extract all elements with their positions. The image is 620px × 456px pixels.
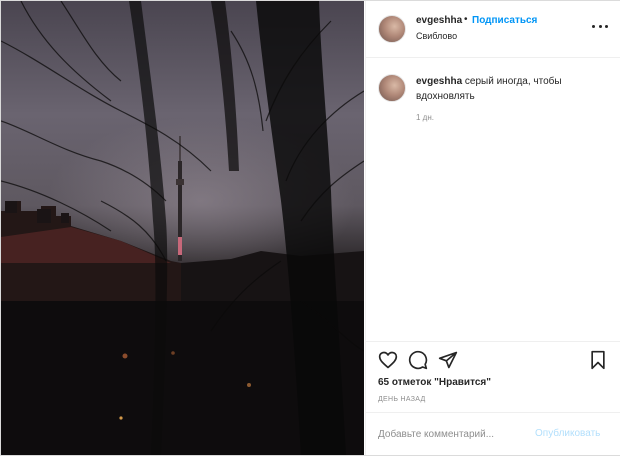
caption-username[interactable]: evgeshha xyxy=(416,76,462,87)
post-caption: evgeshha серый иногда, чтобы вдохновлять xyxy=(416,74,606,104)
actions-bar: 65 отметок "Нравится" ДЕНЬ НАЗАД xyxy=(366,341,620,412)
avatar[interactable] xyxy=(378,74,406,102)
likes-count[interactable]: 65 отметок "Нравится" xyxy=(378,377,491,388)
username-link[interactable]: evgeshha xyxy=(416,15,462,26)
more-options-icon[interactable] xyxy=(592,21,608,31)
separator-dot: • xyxy=(464,14,468,25)
photo-scene xyxy=(1,1,364,455)
publish-button[interactable]: Опубликовать xyxy=(535,428,600,439)
instagram-post-dialog: evgeshha • Подписаться Свиблово evgeshha… xyxy=(0,0,620,456)
heart-icon[interactable] xyxy=(378,350,398,370)
location-link[interactable]: Свиблово xyxy=(416,31,457,41)
post-photo[interactable] xyxy=(1,1,364,455)
share-icon[interactable] xyxy=(438,350,458,370)
post-header: evgeshha • Подписаться Свиблово xyxy=(366,1,620,58)
avatar[interactable] xyxy=(378,15,406,43)
add-comment-bar: Опубликовать xyxy=(366,412,620,456)
comment-icon[interactable] xyxy=(408,350,428,370)
post-date[interactable]: ДЕНЬ НАЗАД xyxy=(378,396,426,403)
caption-timestamp[interactable]: 1 дн. xyxy=(416,113,434,122)
follow-button[interactable]: Подписаться xyxy=(472,15,537,26)
comment-input[interactable] xyxy=(378,426,528,442)
post-sidebar: evgeshha • Подписаться Свиблово evgeshha… xyxy=(365,1,620,455)
comments-section: evgeshha серый иногда, чтобы вдохновлять… xyxy=(366,58,620,340)
bookmark-icon[interactable] xyxy=(588,350,608,370)
